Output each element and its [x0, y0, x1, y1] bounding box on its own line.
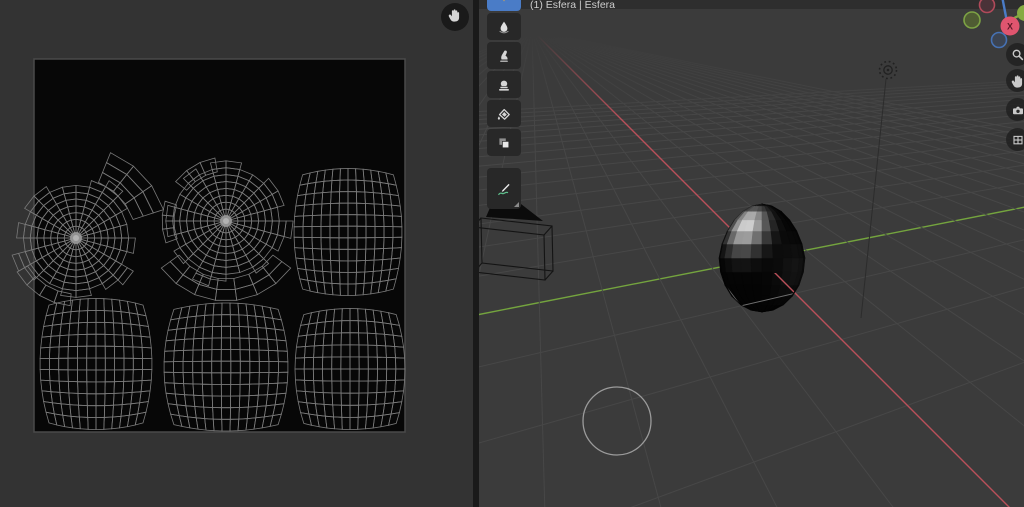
fill-icon [497, 108, 510, 120]
camera-view-button[interactable] [1006, 98, 1024, 121]
perspective-button[interactable] [1006, 128, 1024, 151]
tool-clone-button[interactable] [487, 71, 521, 98]
draw-icon [503, 0, 505, 2]
viewport-header-text: (1) Esfera | Esfera [530, 0, 615, 11]
zoom-button[interactable] [1006, 43, 1024, 66]
uv-image-editor [0, 0, 473, 507]
move-icon [1011, 74, 1022, 88]
perspective-icon [1012, 135, 1023, 144]
soften-icon [499, 21, 509, 33]
gizmo-axis-ball[interactable] [990, 31, 1008, 49]
scene-canvas[interactable]: (1) Esfera | Esfera X [479, 0, 1024, 507]
tool-soften-button[interactable] [487, 13, 521, 40]
subtool-indicator [514, 202, 519, 207]
tool-mask-button[interactable] [487, 129, 521, 156]
zoom-icon [1012, 49, 1023, 60]
clone-icon [499, 80, 509, 91]
hand-icon [448, 8, 460, 22]
annotate-icon [498, 183, 510, 195]
blender-window: (1) Esfera | Esfera X [0, 0, 1024, 507]
gizmo-axis-ball[interactable] [963, 11, 981, 29]
brush-cursor [582, 386, 652, 456]
gizmo-x-label: X [1007, 22, 1013, 32]
move-button[interactable] [1006, 69, 1024, 92]
pan-hand-button[interactable] [441, 3, 469, 31]
smear-icon [500, 50, 508, 62]
uv-editor-canvas[interactable] [0, 0, 473, 507]
camera-view-icon [1012, 106, 1023, 114]
tool-annotate-button[interactable] [487, 168, 521, 209]
tool-draw-button[interactable] [487, 0, 521, 11]
tool-smear-button[interactable] [487, 42, 521, 69]
viewport-3d[interactable]: (1) Esfera | Esfera X [479, 0, 1024, 507]
hand-icon [447, 7, 463, 28]
gizmo-axis-ball[interactable] [978, 0, 996, 14]
mask-icon [499, 137, 510, 148]
sphere-object[interactable] [718, 203, 806, 313]
horizon-fade [479, 9, 1024, 119]
tool-fill-button[interactable] [487, 100, 521, 127]
